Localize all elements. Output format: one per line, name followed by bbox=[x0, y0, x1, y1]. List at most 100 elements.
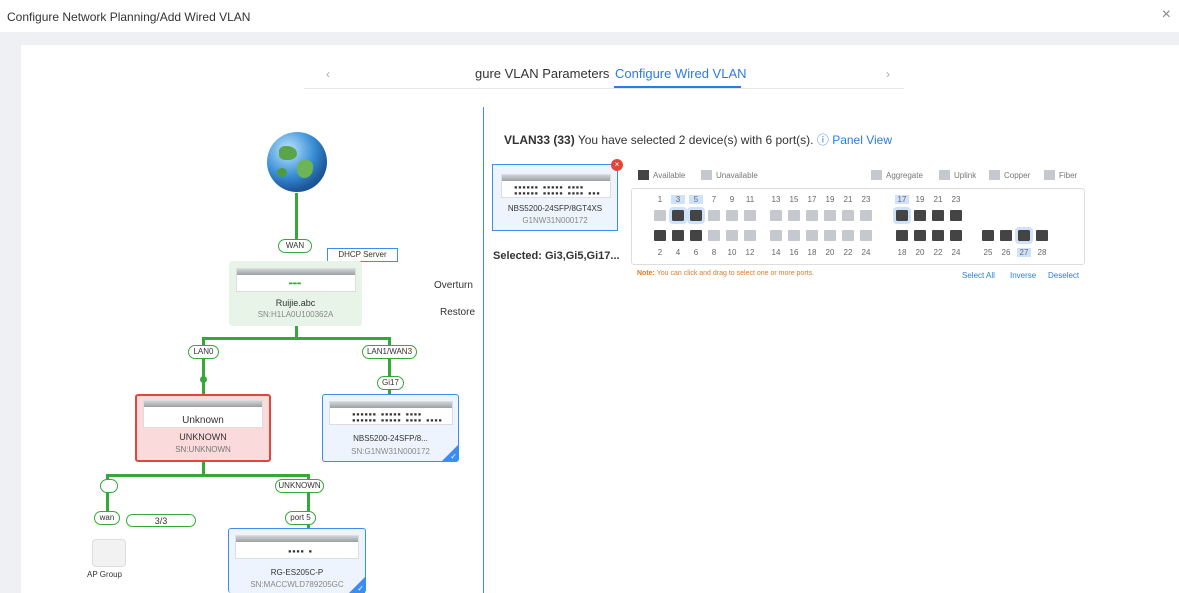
switch1-device-card[interactable]: ▪▪▪▪▪▪ ▪▪▪▪▪ ▪▪▪▪ ▪▪▪▪▪▪ ▪▪▪▪▪ ▪▪▪▪ ▪▪▪▪… bbox=[322, 394, 459, 462]
device-tile-name: NBS5200-24SFP/8GT4XS bbox=[507, 204, 603, 213]
panel-view-link[interactable]: ⓘ Panel View bbox=[817, 133, 892, 147]
port-number-bottom: 24 bbox=[951, 248, 961, 257]
port-top[interactable] bbox=[687, 207, 705, 224]
tab-configure-wired-vlan[interactable]: Configure Wired VLAN bbox=[615, 66, 747, 81]
gateway-sn: SN:H1LA0U100362A bbox=[257, 310, 334, 319]
port-number-top: 17 bbox=[895, 195, 909, 204]
restore-button[interactable]: Restore bbox=[440, 307, 476, 318]
port-number-bottom: 26 bbox=[1001, 248, 1011, 257]
port-top[interactable] bbox=[788, 210, 800, 221]
port-number-bottom: 8 bbox=[711, 248, 717, 257]
active-tab-indicator bbox=[614, 86, 741, 88]
port-number-top: 3 bbox=[671, 195, 685, 204]
inverse-link[interactable]: Inverse bbox=[1010, 271, 1036, 280]
tab-configure-vlan-parameters[interactable]: gure VLAN Parameters bbox=[475, 66, 609, 81]
port-number-bottom: 25 bbox=[983, 248, 993, 257]
port-number-top: 13 bbox=[771, 195, 781, 204]
port-number-top: 9 bbox=[729, 195, 735, 204]
device-tile[interactable]: ▪▪▪▪▪▪ ▪▪▪▪▪ ▪▪▪▪ ▪▪▪▪▪▪ ▪▪▪▪▪ ▪▪▪▪ ▪▪▪ … bbox=[492, 159, 623, 231]
switch2-device-image: ▪▪▪▪ ▪ bbox=[235, 535, 359, 559]
port-bottom[interactable] bbox=[672, 230, 684, 241]
available-swatch bbox=[638, 170, 649, 180]
port-bottom[interactable] bbox=[806, 230, 818, 241]
internet-globe-icon bbox=[267, 132, 327, 192]
legend-copper-label: Copper bbox=[1004, 170, 1031, 180]
switch2-device-card[interactable]: ▪▪▪▪ ▪ RG-ES205C-P SN:MACCWLD789205GC ✓ bbox=[228, 528, 366, 593]
panel-view-label: Panel View bbox=[832, 133, 893, 147]
port-bottom[interactable] bbox=[1015, 227, 1033, 244]
port-bottom[interactable] bbox=[690, 230, 702, 241]
port-number-top: 1 bbox=[657, 195, 663, 204]
port-top[interactable] bbox=[806, 210, 818, 221]
legend-aggregate-label: Aggregate bbox=[886, 170, 923, 180]
port-number-top: 11 bbox=[745, 195, 755, 204]
ap-group-label: AP Group bbox=[87, 570, 122, 579]
port-number-top: 7 bbox=[711, 195, 717, 204]
port-bottom[interactable] bbox=[896, 230, 908, 241]
port-bottom[interactable] bbox=[860, 230, 872, 241]
unavailable-swatch bbox=[701, 170, 712, 180]
unknown-device-display: Unknown bbox=[182, 415, 224, 426]
switch1-sn: SN:G1NW31N000172 bbox=[351, 447, 430, 456]
port-bottom[interactable] bbox=[982, 230, 994, 241]
port-number-bottom: 10 bbox=[727, 248, 737, 257]
port-bottom[interactable] bbox=[788, 230, 800, 241]
unknown-device-name: UNKNOWN bbox=[179, 432, 227, 442]
port-top[interactable] bbox=[744, 210, 756, 221]
port-top[interactable] bbox=[914, 210, 926, 221]
port-top[interactable] bbox=[654, 210, 666, 221]
port-top[interactable] bbox=[950, 210, 962, 221]
port-top[interactable] bbox=[893, 207, 911, 224]
step-tabs: ‹ gure VLAN Parameters Configure Wired V… bbox=[304, 45, 904, 89]
port-top[interactable] bbox=[770, 210, 782, 221]
prev-step-icon[interactable]: ‹ bbox=[326, 67, 330, 81]
port-number-top: 23 bbox=[861, 195, 871, 204]
port-bottom[interactable] bbox=[932, 230, 944, 241]
port-bottom[interactable] bbox=[1000, 230, 1012, 241]
legend-aggregate: Aggregate bbox=[871, 170, 923, 180]
device-tile-sn: G1NW31N000172 bbox=[522, 216, 588, 225]
port-number-bottom: 20 bbox=[825, 248, 835, 257]
port-top[interactable] bbox=[708, 210, 720, 221]
port-bottom[interactable] bbox=[770, 230, 782, 241]
port-bottom[interactable] bbox=[824, 230, 836, 241]
port-top[interactable] bbox=[669, 207, 687, 224]
port-bottom[interactable] bbox=[654, 230, 666, 241]
gateway-device-card[interactable]: ▬▬▬ Ruijie.abc SN:H1LA0U100362A bbox=[229, 261, 362, 326]
port-bottom[interactable] bbox=[914, 230, 926, 241]
gateway-name: Ruijie.abc bbox=[275, 298, 316, 308]
port-bottom[interactable] bbox=[726, 230, 738, 241]
port-top[interactable] bbox=[842, 210, 854, 221]
port-panel[interactable]: 1 3 5 7 9 11 13 15 17 19 21 23 17 19 21 23 2 4 6 8 10 12 14 16 1… bbox=[631, 188, 1085, 265]
port-number-bottom: 2 bbox=[657, 248, 663, 257]
switch1-name: NBS5200-24SFP/8... bbox=[353, 434, 428, 443]
unknown-device-card[interactable]: Unknown UNKNOWN SN:UNKNOWN bbox=[135, 394, 271, 462]
select-all-link[interactable]: Select All bbox=[962, 271, 995, 280]
port-top[interactable] bbox=[932, 210, 944, 221]
port-number-top: 19 bbox=[915, 195, 925, 204]
uplink-swatch bbox=[939, 170, 950, 180]
port-bottom[interactable] bbox=[744, 230, 756, 241]
port-top[interactable] bbox=[726, 210, 738, 221]
access-point-icon[interactable] bbox=[92, 539, 126, 567]
port-bottom[interactable] bbox=[842, 230, 854, 241]
port-top[interactable] bbox=[824, 210, 836, 221]
aggregate-swatch bbox=[871, 170, 882, 180]
main-card: ‹ gure VLAN Parameters Configure Wired V… bbox=[21, 45, 1179, 593]
port-number-top: 21 bbox=[933, 195, 943, 204]
next-step-icon[interactable]: › bbox=[886, 67, 890, 81]
wan-port-label-2: wan bbox=[94, 511, 120, 525]
deselect-link[interactable]: Deselect bbox=[1048, 271, 1079, 280]
port-bottom[interactable] bbox=[1036, 230, 1048, 241]
overturn-button[interactable]: Overturn bbox=[434, 280, 473, 291]
legend-unavailable: Unavailable bbox=[701, 170, 758, 180]
port-number-bottom: 6 bbox=[693, 248, 699, 257]
switch1-device-image: ▪▪▪▪▪▪ ▪▪▪▪▪ ▪▪▪▪ ▪▪▪▪▪▪ ▪▪▪▪▪ ▪▪▪▪ ▪▪▪▪ bbox=[329, 401, 453, 425]
remove-device-icon[interactable]: × bbox=[611, 159, 623, 171]
port-bottom[interactable] bbox=[708, 230, 720, 241]
port-top[interactable] bbox=[860, 210, 872, 221]
port-bottom[interactable] bbox=[950, 230, 962, 241]
dialog-title: Configure Network Planning/Add Wired VLA… bbox=[7, 10, 251, 24]
unknown-device-sn: SN:UNKNOWN bbox=[175, 445, 231, 454]
close-icon[interactable]: × bbox=[1162, 6, 1171, 24]
